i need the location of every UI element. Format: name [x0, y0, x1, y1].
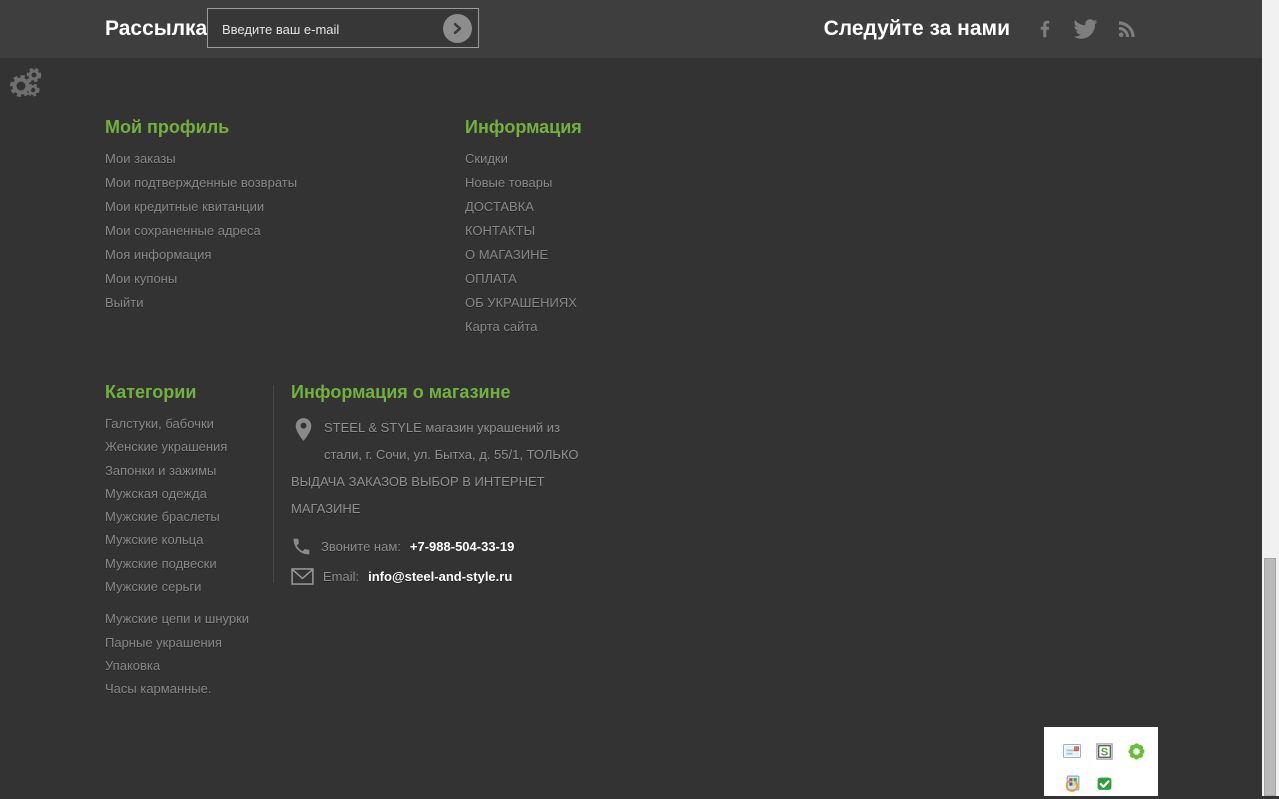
link-cat-womens-jewelry[interactable]: Женские украшения — [105, 439, 227, 454]
link-addresses[interactable]: Мои сохраненные адреса — [105, 223, 261, 238]
categories-title: Категории — [105, 382, 197, 402]
link-cat-mens-bracelets[interactable]: Мужские браслеты — [105, 509, 220, 524]
newsletter-bar: Рассылка Следуйте за нами — [0, 0, 1279, 58]
agent-check-icon[interactable] — [1088, 767, 1120, 799]
store-info-title: Информация о магазине — [291, 382, 511, 402]
messenger-icons-grid: S — [1044, 727, 1158, 799]
store-info-column: Информация о магазине STEEL & STYLE мага… — [291, 382, 597, 585]
link-cat-pocket-watches[interactable]: Часы карманные. — [105, 681, 212, 696]
phone-label: Звоните нам: — [321, 539, 401, 554]
link-payment[interactable]: ОПЛАТА — [465, 271, 517, 286]
store-phone-row: Звоните нам: +7-988-504-33-19 — [291, 536, 597, 557]
link-cat-mens-clothes[interactable]: Мужская одежда — [105, 486, 207, 501]
categories-links-group2: Мужские цепи и шнурки Парные украшения У… — [105, 607, 265, 700]
store-address-text: STEEL & STYLE магазин украшений из стали… — [291, 420, 579, 516]
link-discounts[interactable]: Скидки — [465, 151, 508, 166]
email-letter-icon[interactable] — [1056, 735, 1088, 767]
link-credit-slips[interactable]: Мои кредитные квитанции — [105, 199, 264, 214]
vertical-scrollbar-track[interactable] — [1262, 0, 1279, 796]
store-email-row: Email: info@steel-and-style.ru — [291, 568, 597, 585]
newsletter-title: Рассылка — [105, 17, 208, 40]
email-label: Email: — [323, 569, 360, 584]
link-cat-mens-earrings[interactable]: Мужские серьги — [105, 579, 201, 594]
link-new-products[interactable]: Новые товары — [465, 175, 552, 190]
newsletter-email-input[interactable] — [220, 9, 424, 49]
twitter-icon[interactable] — [1072, 17, 1099, 41]
information-column: Информация Скидки Новые товары ДОСТАВКА … — [465, 117, 805, 339]
icq-flower-icon[interactable] — [1120, 735, 1152, 767]
link-merchandise-returns[interactable]: Мои подтвержденные возвраты — [105, 175, 297, 190]
link-cat-pair-jewelry[interactable]: Парные украшения — [105, 635, 222, 650]
messenger-panel: S — [1044, 727, 1158, 796]
location-pin-icon — [295, 418, 312, 450]
link-personal-info[interactable]: Моя информация — [105, 247, 211, 262]
profile-links: Мои заказы Мои подтвержденные возвраты М… — [105, 147, 445, 315]
arrow-right-icon — [450, 21, 465, 36]
link-cat-cufflinks[interactable]: Запонки и зажимы — [105, 463, 216, 478]
email-address-link[interactable]: info@steel-and-style.ru — [368, 569, 512, 584]
profile-title: Мой профиль — [105, 117, 230, 137]
gears-icon[interactable] — [7, 63, 45, 106]
link-cat-mens-chains[interactable]: Мужские цепи и шнурки — [105, 611, 249, 626]
envelope-icon — [291, 568, 314, 585]
msn-messenger-icon[interactable] — [1056, 767, 1088, 799]
facebook-icon[interactable] — [1034, 16, 1056, 42]
store-address: STEEL & STYLE магазин украшений из стали… — [291, 414, 597, 522]
link-sign-out[interactable]: Выйти — [105, 295, 144, 310]
link-contacts[interactable]: КОНТАКТЫ — [465, 223, 535, 238]
link-about-store[interactable]: О МАГАЗИНЕ — [465, 247, 548, 262]
link-cat-packaging[interactable]: Упаковка — [105, 658, 160, 673]
categories-column: Категории Галстуки, бабочки Женские укра… — [105, 382, 265, 701]
footer-page: Рассылка Следуйте за нами — [0, 0, 1279, 796]
link-cat-mens-rings[interactable]: Мужские кольца — [105, 532, 203, 547]
link-cat-mens-pendants[interactable]: Мужские подвески — [105, 556, 217, 571]
link-sitemap[interactable]: Карта сайта — [465, 319, 537, 334]
link-delivery[interactable]: ДОСТАВКА — [465, 199, 534, 214]
link-vouchers[interactable]: Мои купоны — [105, 271, 177, 286]
follow-us-block: Следуйте за нами — [824, 0, 1139, 58]
categories-links-group1: Галстуки, бабочки Женские украшения Запо… — [105, 412, 265, 598]
svg-text:S: S — [1100, 746, 1107, 758]
newsletter-submit-button[interactable] — [443, 14, 472, 43]
phone-number: +7-988-504-33-19 — [409, 539, 515, 554]
link-my-orders[interactable]: Мои заказы — [105, 151, 176, 166]
vertical-scrollbar-thumb[interactable] — [1264, 558, 1276, 796]
s-badge-icon[interactable]: S — [1088, 735, 1120, 767]
column-divider — [273, 385, 274, 583]
newsletter-form — [207, 8, 479, 49]
phone-icon — [291, 536, 312, 557]
link-about-jewelry[interactable]: ОБ УКРАШЕНИЯХ — [465, 295, 577, 310]
profile-column: Мой профиль Мои заказы Мои подтвержденны… — [105, 117, 445, 315]
rss-icon[interactable] — [1115, 17, 1139, 41]
link-cat-ties[interactable]: Галстуки, бабочки — [105, 416, 214, 431]
information-links: Скидки Новые товары ДОСТАВКА КОНТАКТЫ О … — [465, 147, 805, 339]
follow-us-title: Следуйте за нами — [823, 17, 1010, 40]
information-title: Информация — [465, 117, 582, 137]
